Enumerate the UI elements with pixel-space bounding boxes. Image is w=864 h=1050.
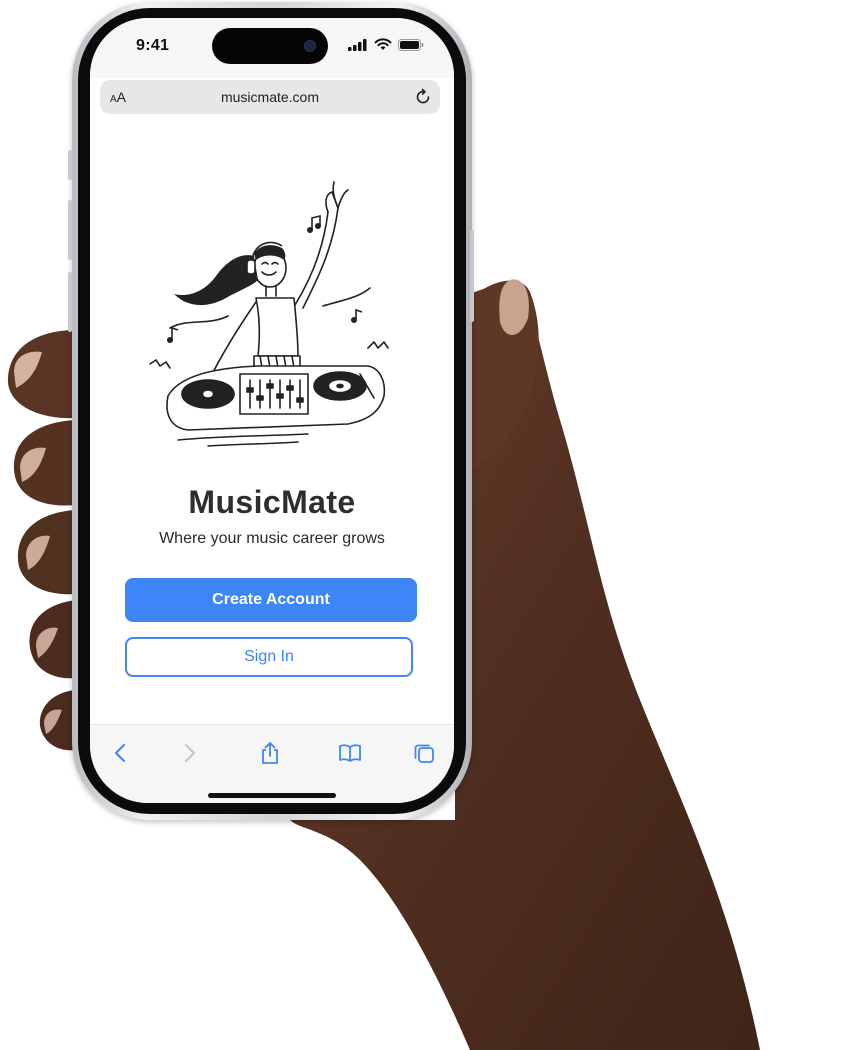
- phone-screen: 9:41 AA musicmate.com MusicMate Where yo…: [90, 18, 454, 803]
- page-content: MusicMate Where your music career grows …: [90, 118, 454, 724]
- address-bar[interactable]: AA musicmate.com: [100, 80, 440, 114]
- status-bar: 9:41: [90, 18, 454, 78]
- back-button[interactable]: [106, 739, 134, 767]
- share-button[interactable]: [256, 739, 284, 767]
- create-account-button[interactable]: Create Account: [125, 578, 417, 622]
- forward-button[interactable]: [176, 739, 204, 767]
- bookmarks-button[interactable]: [336, 739, 364, 767]
- bookmarks-icon: [339, 744, 361, 762]
- sign-in-button[interactable]: Sign In: [125, 637, 413, 677]
- url-text[interactable]: musicmate.com: [100, 89, 440, 105]
- tabs-button[interactable]: [410, 739, 438, 767]
- volume-up-button: [68, 200, 72, 260]
- tabs-icon: [414, 744, 434, 763]
- silent-switch: [68, 150, 72, 180]
- camera-icon: [304, 40, 316, 52]
- home-indicator[interactable]: [208, 793, 336, 798]
- reload-icon[interactable]: [414, 88, 432, 106]
- dynamic-island: [212, 28, 328, 64]
- wifi-icon: [374, 38, 392, 50]
- power-button: [470, 230, 474, 322]
- battery-icon: [398, 38, 424, 51]
- back-icon: [115, 744, 125, 762]
- status-time: 9:41: [136, 37, 170, 54]
- app-title: MusicMate: [188, 484, 356, 520]
- cellular-signal-icon: [348, 38, 367, 51]
- browser-toolbar: [90, 724, 454, 803]
- dj-illustration: [149, 181, 389, 447]
- volume-down-button: [68, 272, 72, 332]
- status-icons: [348, 38, 424, 51]
- app-tagline: Where your music career grows: [159, 530, 385, 547]
- share-icon: [262, 742, 278, 764]
- forward-icon: [185, 744, 195, 762]
